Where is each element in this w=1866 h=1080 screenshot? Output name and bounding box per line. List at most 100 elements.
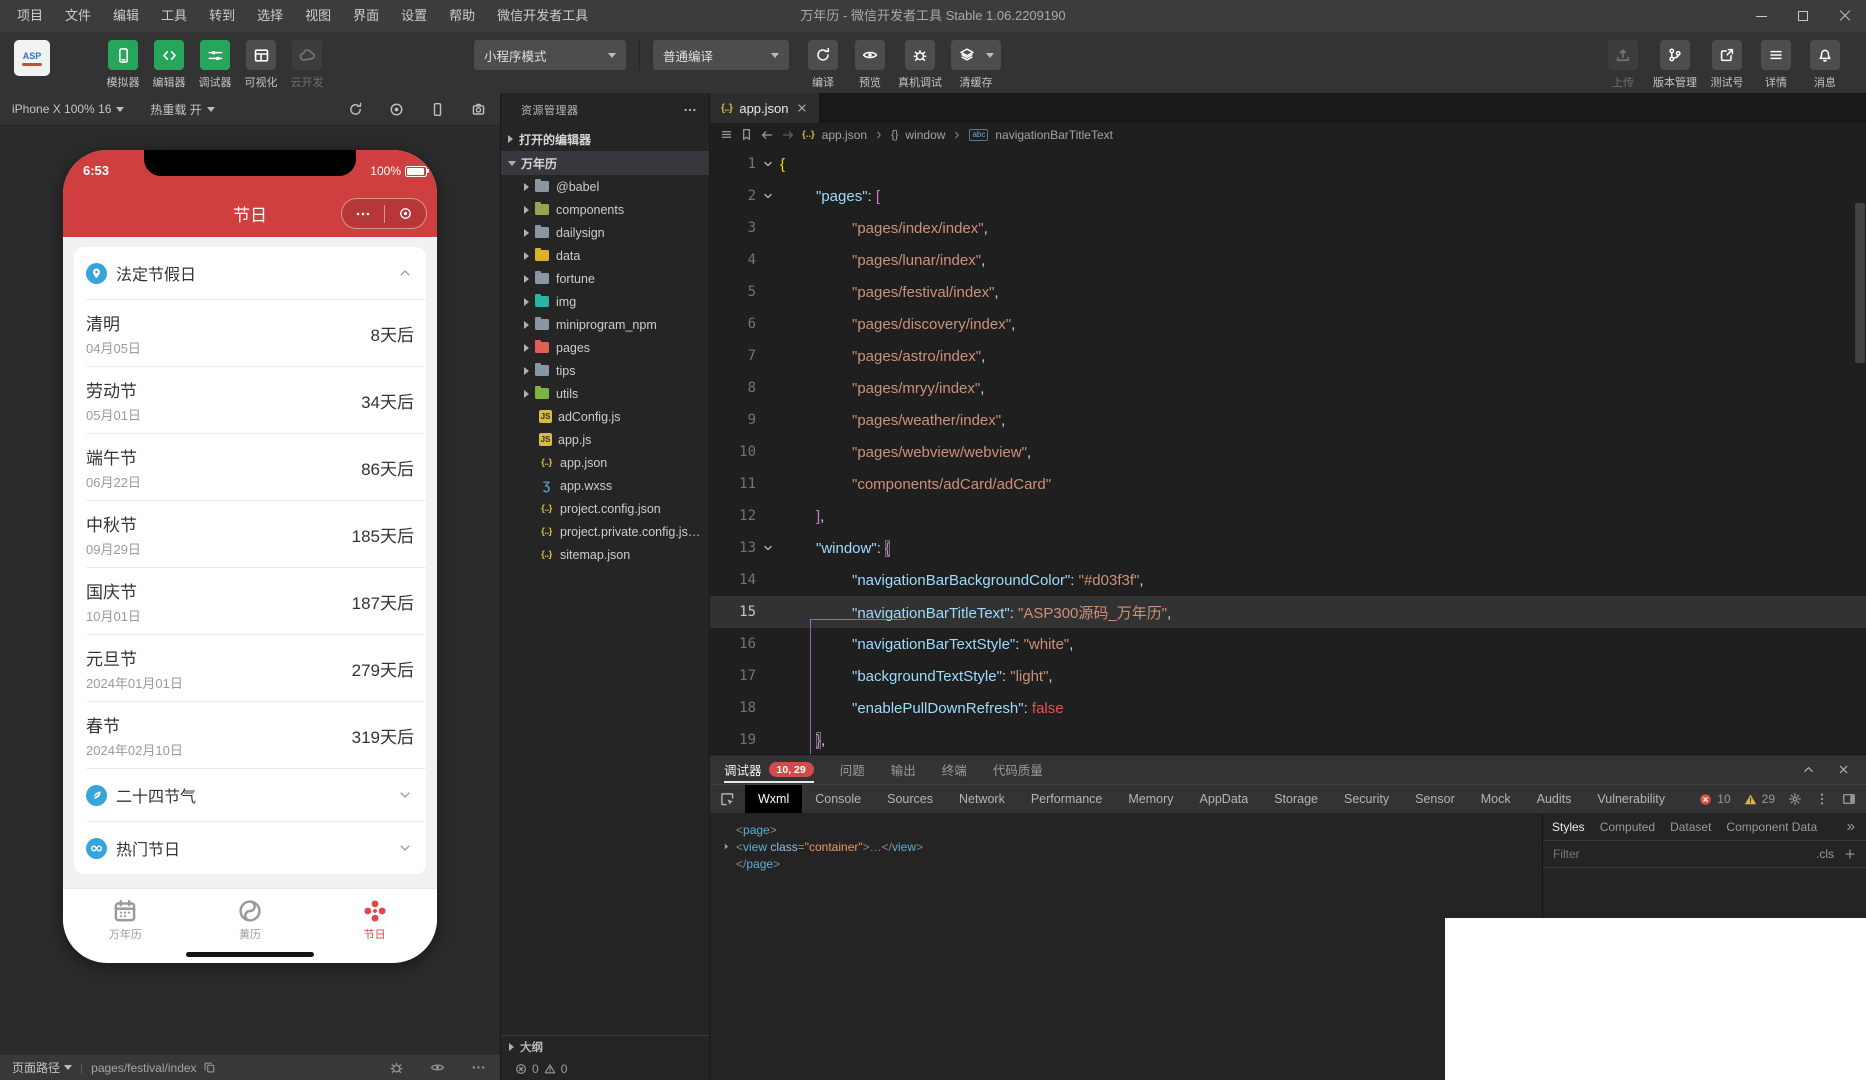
tree-item[interactable]: pages xyxy=(501,336,709,359)
back-icon[interactable] xyxy=(760,128,774,142)
editor-tab-appjson[interactable]: {..} app.json xyxy=(710,93,819,123)
toolbar-button-layers[interactable]: 清缓存 xyxy=(951,40,1001,90)
devtools-tab-storage[interactable]: Storage xyxy=(1261,785,1331,813)
tree-item[interactable]: {..}app.json xyxy=(501,451,709,474)
preview-icon[interactable] xyxy=(430,1060,445,1075)
minimize-button[interactable] xyxy=(1740,0,1782,32)
phone-tab-almanac[interactable]: 黄历 xyxy=(188,889,313,950)
phone-tab-festival[interactable]: 节日 xyxy=(312,889,437,950)
styles-tab-computed[interactable]: Computed xyxy=(1600,820,1655,834)
tree-item[interactable]: {..}project.private.config.js… xyxy=(501,520,709,543)
devtools-tab-vulnerability[interactable]: Vulnerability xyxy=(1584,785,1678,813)
devtools-tab-sources[interactable]: Sources xyxy=(874,785,946,813)
maximize-button[interactable] xyxy=(1782,0,1824,32)
panel-tab-0[interactable]: 调试器10, 29 xyxy=(724,755,814,784)
explorer-menu-icon[interactable] xyxy=(683,103,697,117)
tree-item[interactable]: JSapp.js xyxy=(501,428,709,451)
tree-item[interactable]: img xyxy=(501,290,709,313)
styles-tab-dataset[interactable]: Dataset xyxy=(1670,820,1711,834)
add-style-icon[interactable] xyxy=(1844,848,1856,860)
page-path-label[interactable]: 页面路径 xyxy=(12,1059,60,1076)
devtools-tab-security[interactable]: Security xyxy=(1331,785,1402,813)
tree-item[interactable]: JSadConfig.js xyxy=(501,405,709,428)
menu-item-6[interactable]: 视图 xyxy=(294,0,342,32)
menu-item-8[interactable]: 设置 xyxy=(390,0,438,32)
project-root[interactable]: 万年历 xyxy=(501,151,709,175)
panel-tab-4[interactable]: 代码质量 xyxy=(993,755,1043,784)
more-menu-icon[interactable] xyxy=(342,206,384,222)
record-icon[interactable] xyxy=(389,102,404,117)
panel-tab-3[interactable]: 终端 xyxy=(942,755,967,784)
menu-item-3[interactable]: 工具 xyxy=(150,0,198,32)
panel-tab-2[interactable]: 输出 xyxy=(891,755,916,784)
devtools-tab-console[interactable]: Console xyxy=(802,785,874,813)
section-leaf[interactable]: 二十四节气 xyxy=(74,769,426,821)
toolbar-button-phone[interactable]: 模拟器 xyxy=(104,40,142,90)
menu-item-7[interactable]: 界面 xyxy=(342,0,390,32)
bookmark-icon[interactable] xyxy=(740,128,753,141)
open-editors-section[interactable]: 打开的编辑器 xyxy=(501,127,709,151)
close-icon[interactable] xyxy=(1837,763,1850,776)
mode-select[interactable]: 小程序模式 xyxy=(474,40,626,70)
styles-tab-component-data[interactable]: Component Data xyxy=(1726,820,1817,834)
outline-icon[interactable] xyxy=(720,128,733,141)
close-capsule-icon[interactable] xyxy=(385,206,427,221)
vconsole-icon[interactable] xyxy=(389,1060,404,1075)
tree-item[interactable]: {..}project.config.json xyxy=(501,497,709,520)
tree-item[interactable]: miniprogram_npm xyxy=(501,313,709,336)
menu-item-1[interactable]: 文件 xyxy=(54,0,102,32)
devtools-tab-appdata[interactable]: AppData xyxy=(1187,785,1262,813)
toolbar-button-code[interactable]: 编辑器 xyxy=(150,40,188,90)
toolbar-button-bug[interactable]: 真机调试 xyxy=(898,40,942,90)
devtools-tab-performance[interactable]: Performance xyxy=(1018,785,1116,813)
wxml-node[interactable]: <view class="container">…</view> xyxy=(722,838,1542,855)
editor-scrollbar[interactable] xyxy=(1855,203,1865,363)
tree-item[interactable]: fortune xyxy=(501,267,709,290)
festival-row[interactable]: 清明04月05日8天后 xyxy=(74,300,426,366)
breadcrumb-file[interactable]: app.json xyxy=(822,128,867,142)
tree-item[interactable]: tips xyxy=(501,359,709,382)
toolbar-button-bell[interactable]: 消息 xyxy=(1806,40,1844,90)
cls-button[interactable]: .cls xyxy=(1816,847,1834,861)
filter-input[interactable]: Filter xyxy=(1553,847,1580,861)
devtools-tab-memory[interactable]: Memory xyxy=(1115,785,1186,813)
toolbar-button-cloud[interactable]: 云开发 xyxy=(288,40,326,90)
toolbar-button-branch[interactable]: 版本管理 xyxy=(1653,40,1697,90)
phone-tab-calendar[interactable]: 万年历 xyxy=(63,889,188,950)
menu-item-0[interactable]: 项目 xyxy=(6,0,54,32)
device-icon[interactable] xyxy=(430,102,445,117)
section-pin[interactable]: 法定节假日 xyxy=(74,247,426,299)
festival-row[interactable]: 中秋节09月29日185天后 xyxy=(74,501,426,567)
tree-item[interactable]: data xyxy=(501,244,709,267)
toolbar-button-list[interactable]: 详情 xyxy=(1757,40,1795,90)
close-tab-icon[interactable] xyxy=(796,102,808,114)
outline-section[interactable]: 大纲 xyxy=(501,1035,709,1057)
kebab-menu-icon[interactable] xyxy=(1815,792,1829,806)
breadcrumb-property[interactable]: navigationBarTitleText xyxy=(995,128,1113,142)
toolbar-button-layout[interactable]: 可视化 xyxy=(242,40,280,90)
festival-row[interactable]: 端午节06月22日86天后 xyxy=(74,434,426,500)
tree-item[interactable]: {..}sitemap.json xyxy=(501,543,709,566)
hot-reload-toggle[interactable]: 热重载 开 xyxy=(150,101,201,118)
toolbar-button-external[interactable]: 测试号 xyxy=(1708,40,1746,90)
toolbar-button-debug[interactable]: 调试器 xyxy=(196,40,234,90)
close-button[interactable] xyxy=(1824,0,1866,32)
tree-item[interactable]: utils xyxy=(501,382,709,405)
more-icon[interactable] xyxy=(471,1060,486,1075)
festival-row[interactable]: 劳动节05月01日34天后 xyxy=(74,367,426,433)
toolbar-button-upload[interactable]: 上传 xyxy=(1604,40,1642,90)
compile-mode-select[interactable]: 普通编译 xyxy=(653,40,789,70)
wxml-node[interactable]: </page> xyxy=(722,855,1542,872)
breadcrumb-window[interactable]: window xyxy=(905,128,945,142)
devtools-tab-wxml[interactable]: Wxml xyxy=(745,785,802,813)
copy-icon[interactable] xyxy=(203,1061,216,1074)
user-avatar[interactable]: ASP xyxy=(14,40,50,76)
wxml-node[interactable]: <page> xyxy=(722,821,1542,838)
gear-icon[interactable] xyxy=(1788,792,1802,806)
menu-item-10[interactable]: 微信开发者工具 xyxy=(486,0,599,32)
code-area[interactable]: 1{2"pages": [3"pages/index/index",4"page… xyxy=(710,146,1866,754)
festival-row[interactable]: 国庆节10月01日187天后 xyxy=(74,568,426,634)
dock-icon[interactable] xyxy=(1842,792,1856,806)
devtools-tab-sensor[interactable]: Sensor xyxy=(1402,785,1468,813)
screenshot-icon[interactable] xyxy=(471,102,486,117)
